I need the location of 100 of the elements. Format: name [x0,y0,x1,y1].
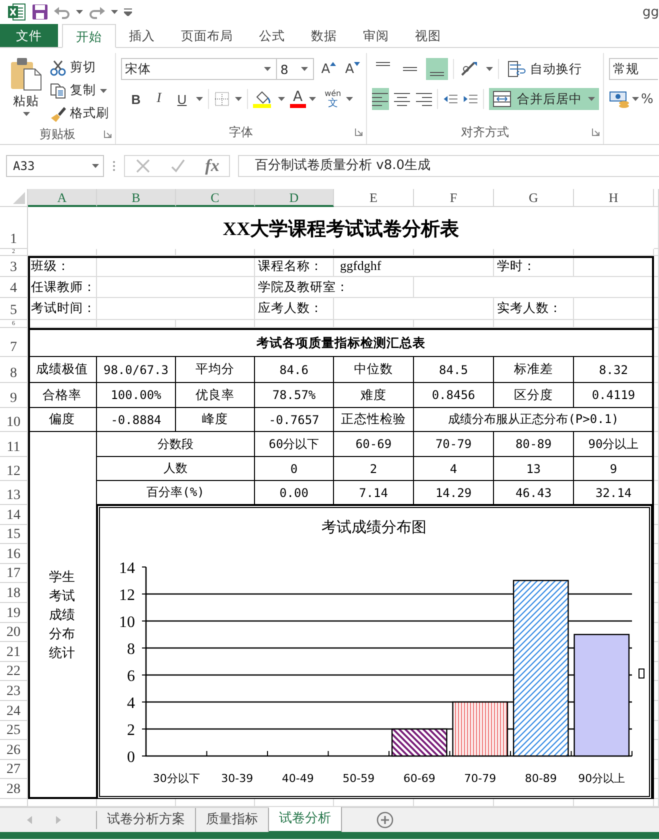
percent-button[interactable]: % [641,92,654,106]
bold-button[interactable]: B [127,92,145,106]
font-name-field[interactable]: 宋体 [121,58,278,80]
cut-button[interactable]: 剪切 [48,57,111,78]
font-color-button[interactable]: A [290,90,316,108]
fill-color-icon[interactable] [253,90,273,108]
dialog-launcher-icon[interactable] [355,128,363,136]
row-header: 学生考试成绩分布统计 [49,568,75,663]
caret-icon[interactable] [308,97,316,101]
caret-icon[interactable] [278,97,285,101]
sheet-tab[interactable]: 试卷分析 [269,807,342,833]
row-number[interactable]: 17 [0,564,28,584]
ribbon-tab[interactable]: 审阅 [350,24,402,47]
undo-icon[interactable] [54,5,70,19]
caret-icon[interactable] [22,112,30,116]
redo-icon[interactable] [89,5,105,19]
column-header[interactable]: D [255,189,334,207]
more-options-icon[interactable] [112,158,116,172]
insert-function-button[interactable]: fx [205,156,220,176]
axis-tick-label: 8 [127,641,135,658]
caret-icon[interactable] [100,88,107,92]
row-number[interactable]: 8 [0,357,28,383]
row-number[interactable]: 25 [0,720,28,740]
caret-icon[interactable] [264,67,272,71]
caret-icon[interactable] [111,10,118,14]
add-sheet-icon[interactable] [376,811,394,829]
dialog-launcher-icon[interactable] [592,128,600,136]
row-number[interactable]: 3 [0,256,28,277]
customize-icon[interactable] [124,8,132,16]
row-number[interactable]: 19 [0,602,28,623]
caret-icon[interactable] [92,164,99,168]
column-header[interactable]: H [574,189,654,207]
copy-button[interactable]: 复制 [48,80,111,101]
borders-icon[interactable] [214,91,230,107]
caret-icon[interactable] [301,67,308,71]
row-number[interactable]: 16 [0,544,28,564]
row-number[interactable]: 10 [0,408,28,432]
ribbon-tab[interactable]: 数据 [298,24,350,47]
column-header[interactable]: A [28,189,97,207]
row-number[interactable]: 5 [0,298,28,320]
currency-icon[interactable] [609,90,630,108]
paste-button[interactable]: 粘贴 [8,57,44,124]
phonetic-button[interactable]: wén 文 [324,89,342,109]
align-left-icon [372,92,388,106]
row-number[interactable]: 28 [0,779,28,799]
ribbon-tab[interactable]: 开始 [62,24,116,48]
column-header[interactable]: B [97,189,176,207]
row-number[interactable]: 4 [0,277,28,298]
row-number[interactable]: 15 [0,524,28,544]
formula-field[interactable]: 百分制试卷质量分析 v8.0生成 [238,154,659,176]
row-number[interactable]: 21 [0,642,28,662]
row-number[interactable]: 7 [0,328,28,357]
ribbon-tab[interactable]: 插入 [116,24,168,47]
underline-button[interactable]: U [173,92,191,106]
caret-icon[interactable] [632,97,639,101]
row-number[interactable]: 27 [0,760,28,780]
align-button[interactable] [426,58,448,80]
table-cell: -0.8884 [97,408,176,432]
row-number[interactable]: 22 [0,662,28,682]
grow-font-button[interactable]: A [319,62,338,76]
table-cell: 98.0/67.3 [97,357,176,383]
caret-icon[interactable] [196,97,203,101]
window-title: gg [642,4,659,20]
row-number[interactable]: 24 [0,700,28,721]
caret-icon[interactable] [486,67,493,71]
column-header[interactable]: C [176,189,255,207]
column-header[interactable]: F [414,189,494,207]
row-number[interactable]: 13 [0,481,28,505]
wrap-text-button[interactable]: 自动换行 [506,58,584,80]
row-number[interactable]: 23 [0,681,28,701]
ribbon-tab[interactable]: 视图 [402,24,454,47]
row-number[interactable]: 11 [0,432,28,457]
row-number[interactable]: 9 [0,383,28,408]
caret-icon[interactable] [588,97,596,101]
column-header[interactable]: E [334,189,414,207]
column-header[interactable]: G [494,189,574,207]
save-icon[interactable] [32,4,48,20]
row-number[interactable]: 18 [0,583,28,603]
check-icon[interactable] [170,158,186,174]
number-format-field[interactable]: 常规 [609,58,658,80]
align-button[interactable] [372,88,389,110]
merge-center-button[interactable]: 合并后居中 [489,88,600,110]
caret-icon[interactable] [235,97,242,101]
group-label: 字体 [229,124,253,140]
ribbon-tab[interactable]: 公式 [246,24,298,47]
dialog-launcher-icon[interactable] [104,130,112,138]
name-box[interactable]: A33 [6,154,104,176]
file-tab[interactable]: 文件 [0,24,58,47]
ribbon-tab[interactable]: 页面布局 [168,24,246,47]
font-size-field[interactable]: 8 [276,58,314,80]
caret-icon[interactable] [76,10,83,14]
caret-icon[interactable] [346,97,354,101]
row-number[interactable]: 20 [0,622,28,642]
format-painter-button[interactable]: 格式刷 [48,103,111,124]
row-number[interactable]: 26 [0,740,28,760]
row-number[interactable]: 14 [0,505,28,525]
shrink-font-button[interactable]: A [343,62,362,76]
italic-button[interactable]: I [150,91,168,107]
chart-title: 考试成绩分布图 [322,518,426,536]
row-number[interactable]: 12 [0,457,28,481]
